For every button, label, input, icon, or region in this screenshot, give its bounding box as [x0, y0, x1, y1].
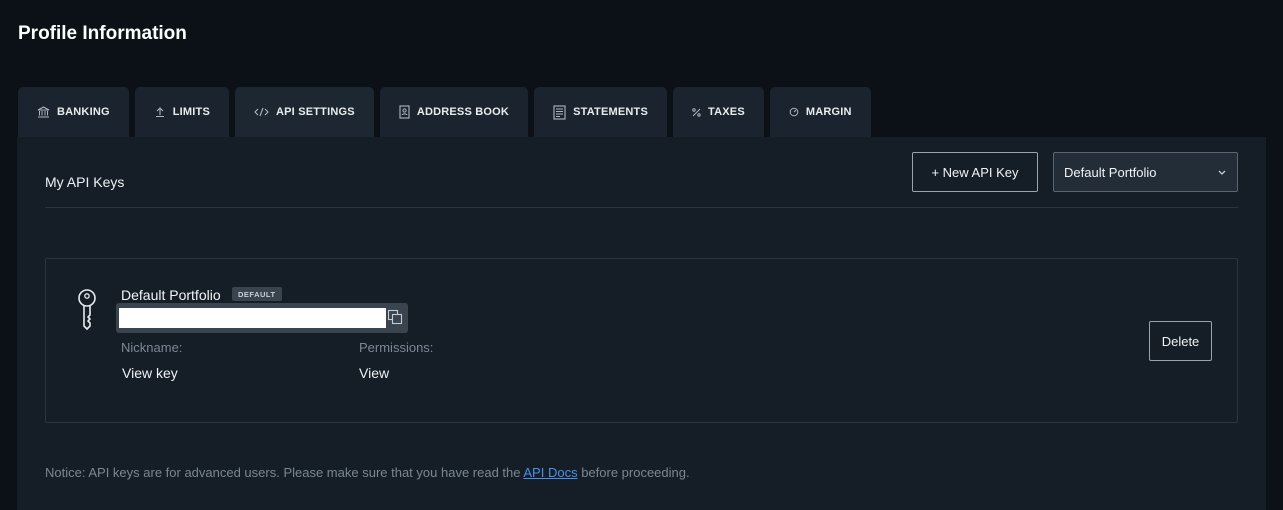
document-icon: [553, 104, 566, 120]
portfolio-select-value: Default Portfolio: [1064, 164, 1157, 180]
tab-label: LIMITS: [172, 106, 210, 118]
api-key-value[interactable]: [119, 308, 386, 328]
tab-banking[interactable]: BANKING: [18, 87, 129, 137]
default-badge: DEFAULT: [232, 287, 282, 301]
panel-title: My API Keys: [45, 174, 125, 190]
key-icon: [77, 289, 97, 336]
tab-label: API SETTINGS: [276, 106, 355, 118]
tab-label: MARGIN: [805, 106, 852, 118]
gauge-icon: [789, 107, 799, 117]
notice-text-before: Notice: API keys are for advanced users.…: [45, 465, 524, 480]
permissions-label: Permissions:: [359, 340, 434, 355]
tab-taxes[interactable]: TAXES: [673, 87, 764, 137]
permissions-value: View: [359, 365, 390, 381]
chevron-down-icon: [1217, 165, 1227, 182]
code-icon: [254, 107, 269, 117]
tab-address-book[interactable]: ADDRESS BOOK: [379, 87, 529, 137]
panel-header: My API Keys + New API Key Default Portfo…: [45, 137, 1238, 208]
key-portfolio-name: Default Portfolio: [121, 287, 221, 303]
bank-icon: [37, 106, 50, 118]
api-docs-link[interactable]: API Docs: [523, 465, 577, 480]
tab-limits[interactable]: LIMITS: [134, 87, 229, 137]
api-key-field: [116, 303, 408, 333]
upload-arrow-icon: [154, 106, 166, 118]
tab-label: TAXES: [708, 106, 745, 118]
copy-icon[interactable]: [387, 309, 403, 330]
tab-margin[interactable]: MARGIN: [769, 87, 871, 137]
nickname-label: Nickname:: [121, 340, 183, 355]
portfolio-select[interactable]: Default Portfolio: [1053, 152, 1238, 192]
api-settings-panel: My API Keys + New API Key Default Portfo…: [17, 137, 1266, 510]
delete-key-button[interactable]: Delete: [1149, 321, 1212, 361]
address-book-icon: [399, 105, 410, 119]
tab-api-settings[interactable]: API SETTINGS: [235, 87, 374, 137]
percent-icon: [692, 107, 701, 117]
new-api-key-button[interactable]: + New API Key: [912, 152, 1038, 192]
tab-statements[interactable]: STATEMENTS: [534, 87, 667, 137]
page-title: Profile Information: [18, 23, 187, 44]
api-notice: Notice: API keys are for advanced users.…: [45, 465, 690, 480]
tab-label: STATEMENTS: [573, 106, 648, 118]
notice-text-after: before proceeding.: [577, 465, 690, 480]
api-key-card: Default Portfolio DEFAULT Nickname: View…: [45, 258, 1238, 423]
tab-label: BANKING: [57, 106, 110, 118]
nickname-value: View key: [122, 365, 178, 381]
tab-bar: BANKING LIMITS API SETTINGS ADDRESS BOOK…: [18, 87, 871, 137]
tab-label: ADDRESS BOOK: [416, 106, 510, 118]
